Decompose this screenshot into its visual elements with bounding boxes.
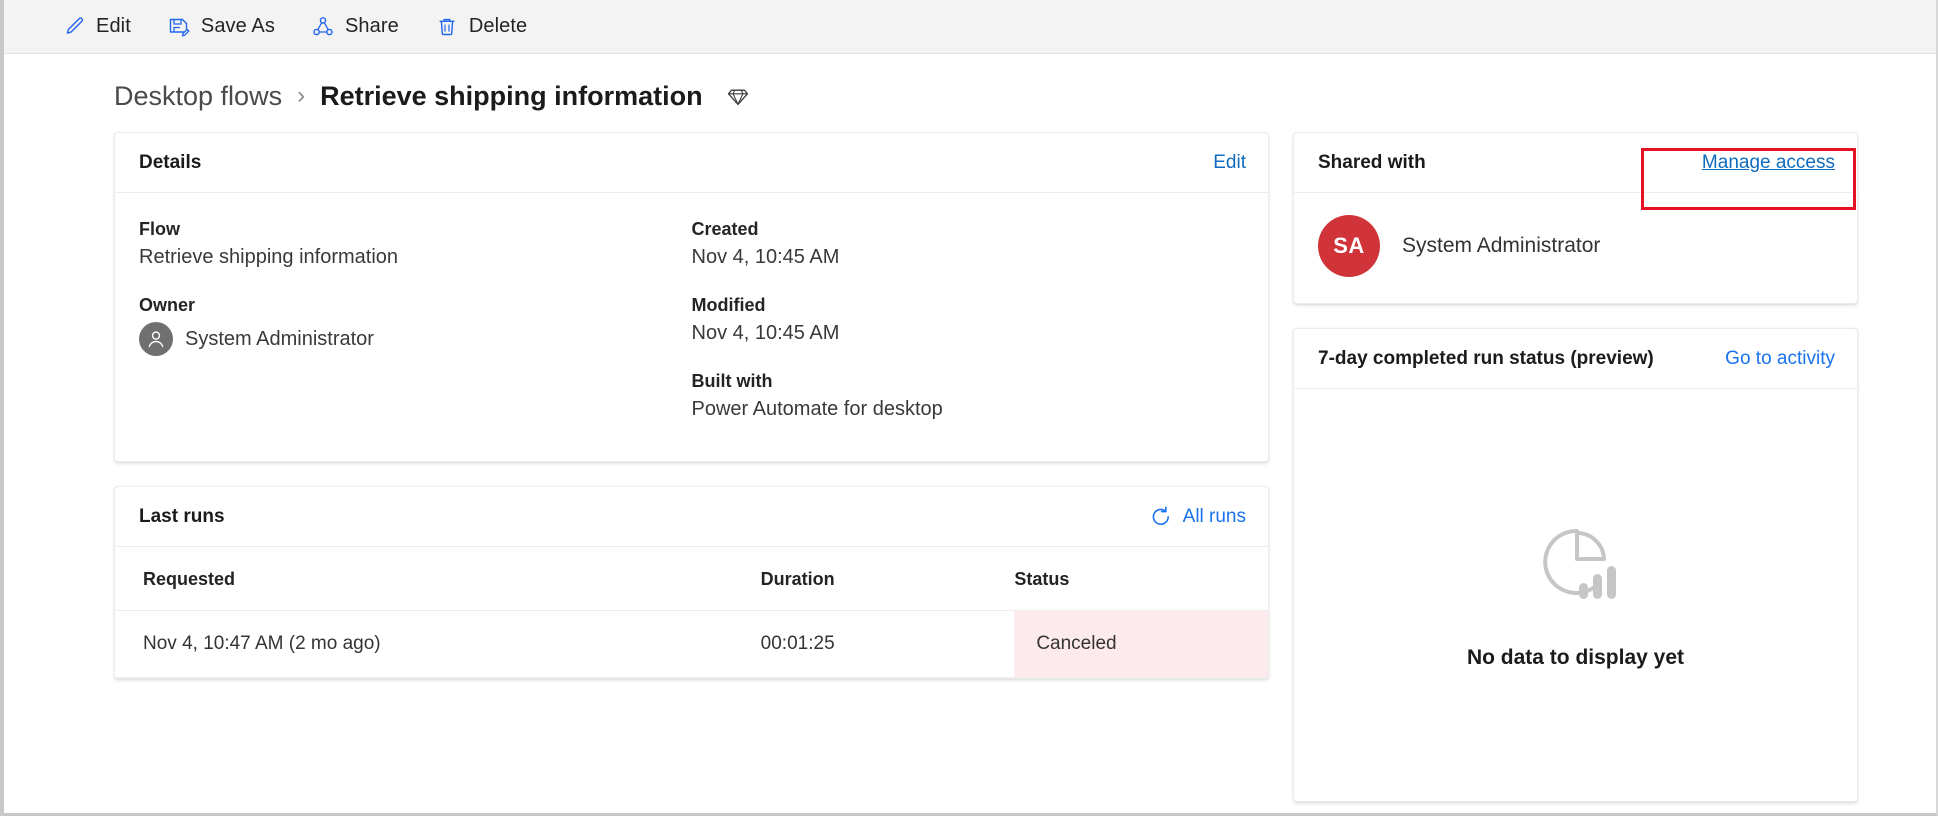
save-as-button-label: Save As [200, 15, 275, 37]
all-runs-label: All runs [1182, 505, 1246, 527]
field-built-with-value: Power Automate for desktop [691, 398, 943, 420]
last-runs-card: Last runs All runs Requested Duration St… [114, 486, 1269, 679]
command-bar: Edit Save As Share Delete [4, 0, 1936, 54]
avatar: SA [1318, 215, 1380, 277]
details-card: Details Edit Flow Retrieve shipping info… [114, 132, 1269, 462]
shared-person-name: System Administrator [1402, 234, 1601, 257]
run-status-card-title: 7-day completed run status (preview) [1318, 347, 1654, 369]
share-button[interactable]: Share [297, 7, 413, 47]
save-as-icon [167, 15, 191, 39]
last-runs-table: Requested Duration Status Nov 4, 10:47 A… [115, 547, 1268, 678]
breadcrumb-separator-icon: › [297, 82, 306, 109]
go-to-activity-link[interactable]: Go to activity [1725, 348, 1835, 370]
empty-state-text: No data to display yet [1466, 645, 1685, 669]
trash-icon [435, 15, 459, 39]
cell-requested: Nov 4, 10:47 AM (2 mo ago) [115, 610, 761, 678]
field-owner: Owner System Administrator [139, 295, 692, 356]
edit-button-label: Edit [96, 15, 131, 37]
gem-icon [725, 83, 751, 109]
column-header-requested: Requested [115, 547, 761, 611]
field-created-label: Created [691, 219, 759, 239]
field-created: Created Nov 4, 10:45 AM [692, 219, 1245, 269]
details-left-fields: Flow Retrieve shipping information Owner [139, 219, 692, 421]
all-runs-link[interactable]: All runs [1149, 505, 1246, 529]
field-created-value: Nov 4, 10:45 AM [691, 246, 840, 268]
save-as-button[interactable]: Save As [153, 7, 289, 47]
run-status-card: 7-day completed run status (preview) Go … [1293, 328, 1858, 802]
field-owner-value: System Administrator [185, 327, 374, 350]
page-content: Details Edit Flow Retrieve shipping info… [4, 110, 1936, 802]
field-built-with-label: Built with [691, 371, 773, 391]
shared-with-card: Shared with Manage access SA System Admi… [1293, 132, 1858, 304]
owner-avatar-icon [139, 322, 173, 356]
last-runs-card-title: Last runs [139, 505, 225, 527]
column-header-duration: Duration [760, 547, 1015, 611]
field-flow: Flow Retrieve shipping information [139, 219, 692, 269]
cell-duration: 00:01:25 [760, 610, 1015, 678]
share-icon [311, 15, 335, 39]
left-column: Details Edit Flow Retrieve shipping info… [114, 132, 1269, 679]
run-status-card-header: 7-day completed run status (preview) Go … [1294, 329, 1857, 389]
refresh-icon [1149, 505, 1173, 529]
edit-button[interactable]: Edit [48, 7, 145, 47]
status-badge: Canceled [1014, 610, 1268, 678]
page-title: Retrieve shipping information [320, 80, 703, 111]
table-row[interactable]: Nov 4, 10:47 AM (2 mo ago) 00:01:25 Canc… [115, 610, 1268, 678]
pencil-icon [62, 15, 86, 39]
share-button-label: Share [344, 15, 399, 37]
field-modified-value: Nov 4, 10:45 AM [691, 322, 840, 344]
field-modified: Modified Nov 4, 10:45 AM [692, 295, 1245, 345]
right-column: Shared with Manage access SA System Admi… [1293, 132, 1858, 802]
field-modified-label: Modified [691, 295, 766, 315]
field-flow-label: Flow [139, 219, 180, 239]
field-owner-label: Owner [139, 295, 196, 315]
shared-with-card-header: Shared with Manage access [1294, 133, 1857, 193]
shared-with-card-title: Shared with [1318, 151, 1426, 173]
details-card-title: Details [139, 151, 202, 173]
table-header-row: Requested Duration Status [115, 547, 1268, 611]
column-header-status: Status [1014, 547, 1268, 611]
pie-bar-chart-icon [1533, 521, 1619, 612]
details-card-body: Flow Retrieve shipping information Owner [115, 193, 1268, 461]
breadcrumb: Desktop flows › Retrieve shipping inform… [4, 54, 1936, 112]
delete-button-label: Delete [468, 15, 528, 37]
field-flow-value: Retrieve shipping information [139, 246, 399, 268]
last-runs-card-header: Last runs All runs [115, 487, 1268, 547]
run-status-card-body: No data to display yet [1294, 389, 1857, 801]
manage-access-link[interactable]: Manage access [1702, 152, 1835, 174]
shared-with-card-body: SA System Administrator [1294, 193, 1857, 303]
details-right-fields: Created Nov 4, 10:45 AM Modified Nov 4, … [692, 219, 1245, 421]
details-card-header: Details Edit [115, 133, 1268, 193]
owner-row: System Administrator [139, 322, 692, 356]
details-edit-link[interactable]: Edit [1213, 152, 1246, 174]
field-built-with: Built with Power Automate for desktop [692, 371, 1245, 421]
delete-button[interactable]: Delete [421, 7, 541, 47]
breadcrumb-parent-link[interactable]: Desktop flows [114, 81, 282, 112]
